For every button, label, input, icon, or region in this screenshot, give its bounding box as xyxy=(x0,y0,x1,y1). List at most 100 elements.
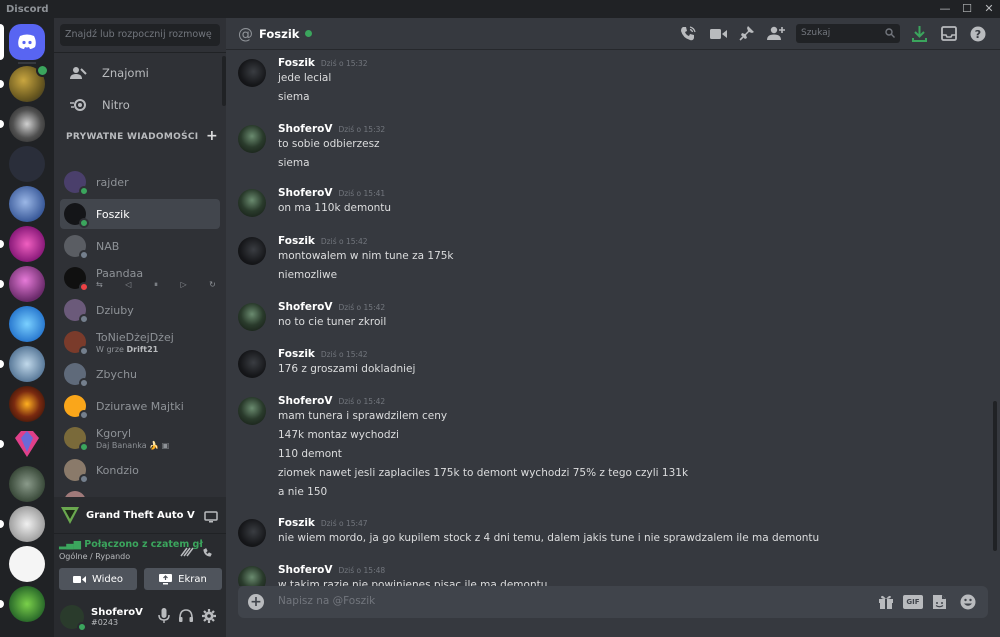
author-avatar[interactable] xyxy=(238,519,266,547)
message-composer[interactable]: + Napisz na @Foszik GIF xyxy=(238,586,988,618)
message-text: nie wiem mordo, ja go kupilem stock z 4 … xyxy=(278,532,820,544)
author-avatar[interactable] xyxy=(238,303,266,331)
server-icon[interactable] xyxy=(9,386,45,422)
find-conversation-input[interactable]: Znajdź lub rozpocznij rozmowę xyxy=(60,24,220,46)
nav-friends[interactable]: Znajomi xyxy=(60,58,220,88)
status-indicator xyxy=(79,314,89,324)
emoji-icon[interactable] xyxy=(960,594,976,614)
voice-channel[interactable]: Ogólne / Rypando xyxy=(59,552,130,561)
server-icon[interactable] xyxy=(9,466,45,502)
message-timestamp: Dziś o 15:32 xyxy=(338,125,386,134)
server-icon[interactable] xyxy=(9,586,45,622)
camera-icon xyxy=(72,575,86,584)
message-author[interactable]: ShoferoV xyxy=(278,395,332,407)
voice-call-icon[interactable] xyxy=(680,26,696,46)
server-icon[interactable] xyxy=(9,146,45,182)
message-author[interactable]: ShoferoV xyxy=(278,301,332,313)
server-icon[interactable] xyxy=(9,106,45,142)
search-icon xyxy=(885,28,895,41)
gif-button[interactable]: GIF xyxy=(903,595,923,609)
avatar xyxy=(64,363,89,388)
inbox-icon[interactable] xyxy=(941,26,957,45)
message-timestamp: Dziś o 15:42 xyxy=(320,237,368,246)
screen-share-button[interactable]: Ekran xyxy=(144,568,222,590)
message-author[interactable]: Foszik xyxy=(278,517,315,529)
dm-item[interactable]: rajder xyxy=(60,167,220,197)
chat-scrollbar[interactable] xyxy=(992,51,998,586)
video-button[interactable]: Wideo xyxy=(59,568,137,590)
dm-item[interactable]: NAB xyxy=(60,231,220,261)
status-indicator xyxy=(79,250,89,260)
disconnect-icon[interactable] xyxy=(202,542,216,561)
create-dm-button[interactable]: + xyxy=(206,129,218,143)
sticker-icon[interactable] xyxy=(932,594,947,614)
add-friend-icon[interactable] xyxy=(767,26,785,45)
server-icon[interactable] xyxy=(9,506,45,542)
author-avatar[interactable] xyxy=(238,350,266,378)
message-author[interactable]: Foszik xyxy=(278,57,315,69)
server-icon[interactable] xyxy=(9,306,45,342)
chat-search-input[interactable]: Szukaj xyxy=(796,24,900,43)
message-text: a nie 150 xyxy=(278,486,328,498)
dm-item[interactable]: Paandaa ⇆ ◁ ⏸ ▷ ↻ xyxy=(60,263,220,293)
server-icon[interactable] xyxy=(9,186,45,222)
server-icon[interactable] xyxy=(9,346,45,382)
home-button[interactable] xyxy=(9,24,45,60)
server-icon[interactable] xyxy=(9,546,45,582)
dm-name: Zbychu xyxy=(96,367,138,381)
screen-icon xyxy=(159,573,173,585)
message-author[interactable]: ShoferoV xyxy=(278,123,332,135)
headphones-icon[interactable] xyxy=(179,608,193,627)
user-avatar[interactable] xyxy=(60,604,87,632)
dm-activity: Daj Bananka 🍌 ▣ xyxy=(96,441,169,450)
author-avatar[interactable] xyxy=(238,397,266,425)
nav-friends-label: Znajomi xyxy=(102,66,149,80)
message-author[interactable]: ShoferoV xyxy=(278,187,332,199)
dm-name: ToNieDżejDżej xyxy=(96,330,174,344)
server-icon[interactable] xyxy=(9,266,45,302)
dm-item[interactable]: ToNieDżejDżej W grze Drift21 xyxy=(60,327,220,357)
game-overlay-icon[interactable] xyxy=(204,508,218,527)
dm-item[interactable]: Kgoryl Daj Bananka 🍌 ▣ xyxy=(60,423,220,453)
download-icon[interactable] xyxy=(912,26,927,46)
dm-item[interactable]: Kondzio xyxy=(60,455,220,485)
gem-icon xyxy=(15,431,39,457)
close-button[interactable]: ✕ xyxy=(978,0,1000,18)
noise-suppression-icon[interactable] xyxy=(180,542,194,561)
author-avatar[interactable] xyxy=(238,566,266,586)
message-author[interactable]: Foszik xyxy=(278,235,315,247)
minimize-button[interactable]: — xyxy=(934,0,956,18)
server-icon[interactable] xyxy=(9,64,49,102)
avatar xyxy=(64,267,89,292)
dm-item[interactable]: Zbychu xyxy=(60,359,220,389)
attach-plus-icon[interactable]: + xyxy=(248,594,264,610)
gift-icon[interactable] xyxy=(878,594,894,613)
dm-item[interactable]: Dziurawe Majtki xyxy=(60,391,220,421)
chat-header: @ Foszik Szukaj ? xyxy=(226,18,1000,50)
nitro-icon xyxy=(68,95,88,115)
app-title: Discord xyxy=(6,3,49,15)
settings-gear-icon[interactable] xyxy=(202,608,216,627)
author-avatar[interactable] xyxy=(238,125,266,153)
status-indicator xyxy=(79,346,89,356)
server-icon[interactable] xyxy=(9,226,45,262)
author-avatar[interactable] xyxy=(238,237,266,265)
author-avatar[interactable] xyxy=(238,59,266,87)
microphone-icon[interactable] xyxy=(158,608,170,628)
message-text: montowalem w nim tune za 175k xyxy=(278,250,454,262)
pin-icon[interactable] xyxy=(739,26,754,45)
video-call-icon[interactable] xyxy=(710,26,727,45)
maximize-button[interactable]: ☐ xyxy=(956,0,978,18)
nav-nitro[interactable]: Nitro xyxy=(60,90,220,120)
dm-item[interactable]: Dziuby xyxy=(60,295,220,325)
author-avatar[interactable] xyxy=(238,189,266,217)
message-author[interactable]: Foszik xyxy=(278,348,315,360)
server-rail xyxy=(0,18,54,637)
dm-item[interactable]: Foszik xyxy=(60,199,220,229)
user-status xyxy=(77,621,87,632)
game-name: Grand Theft Auto V xyxy=(86,509,195,521)
media-controls[interactable]: ⇆ ◁ ⏸ ▷ ↻ xyxy=(96,280,220,290)
help-icon[interactable]: ? xyxy=(970,26,986,46)
server-icon[interactable] xyxy=(9,426,45,462)
message-author[interactable]: ShoferoV xyxy=(278,564,332,576)
